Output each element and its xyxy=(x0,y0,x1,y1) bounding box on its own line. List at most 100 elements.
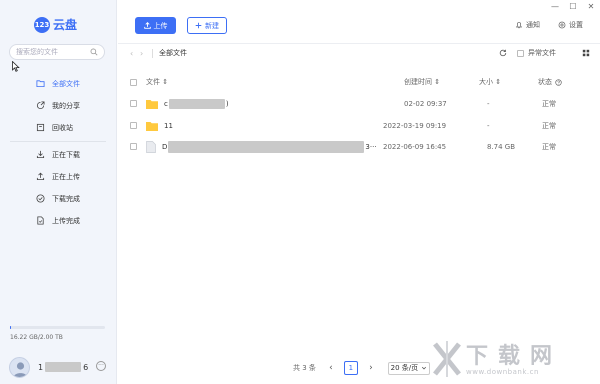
plus-icon xyxy=(195,22,202,29)
folder-outline-icon xyxy=(36,80,45,88)
page-number-button[interactable]: 1 xyxy=(343,361,358,375)
nav-primary: 全部文件 我的分享 回收站 xyxy=(0,73,117,139)
username[interactable]: 1 6 xyxy=(38,362,88,372)
nav-divider xyxy=(10,141,106,142)
file-name-cell[interactable]: c ) xyxy=(146,98,229,110)
column-header-created[interactable]: 创建时间 ⇕ xyxy=(404,77,440,87)
main-panel: 上传 新建 通知 设置 ‹ › 全部文件 异常文件 文件 ⇕ 创建时间 ⇕ 大小… xyxy=(118,0,600,384)
notifications-label: 通知 xyxy=(526,21,540,29)
table-row[interactable]: c ) 02-02 09:37 - 正常 xyxy=(130,98,590,110)
row-checkbox[interactable] xyxy=(130,122,137,131)
settings-label: 设置 xyxy=(569,21,583,29)
app-logo: 123 云盘 xyxy=(34,16,77,33)
breadcrumb-actions: 异常文件 xyxy=(499,47,590,59)
file-icon xyxy=(146,141,156,153)
more-icon: ··· xyxy=(98,362,104,369)
forward-arrow-icon[interactable]: › xyxy=(140,49,150,58)
nav-item-label: 下载完成 xyxy=(52,195,80,203)
table-row[interactable]: D 3··· 2022-06-09 16:45 8.74 GB 正常 xyxy=(130,141,590,153)
redacted-block xyxy=(168,141,365,153)
settings-link[interactable]: 设置 xyxy=(558,20,583,30)
notifications-link[interactable]: 通知 xyxy=(515,20,540,30)
trash-icon xyxy=(36,123,45,132)
file-name-cell[interactable]: D 3··· xyxy=(146,141,377,153)
more-options-button[interactable]: ··· xyxy=(96,361,106,371)
abnormal-files-label[interactable]: 异常文件 xyxy=(528,48,556,58)
help-circle-icon[interactable] xyxy=(555,78,562,86)
redacted-block xyxy=(45,362,82,372)
prev-page-icon[interactable]: ‹ xyxy=(324,363,338,373)
file-created: 2022-03-19 09:19 xyxy=(383,122,447,130)
nav-item-download-done[interactable]: 下载完成 xyxy=(0,188,117,210)
search-icon[interactable] xyxy=(90,48,98,56)
mouse-cursor-icon xyxy=(12,61,20,72)
pagination-total: 共 3 条 xyxy=(293,364,316,372)
bell-icon xyxy=(515,22,523,29)
download-icon xyxy=(36,150,45,159)
search-box[interactable] xyxy=(9,44,105,60)
nav-item-label: 上传完成 xyxy=(52,217,80,225)
nav-item-all-files[interactable]: 全部文件 xyxy=(0,73,117,95)
select-all-checkbox[interactable] xyxy=(130,79,137,88)
column-header-name[interactable]: 文件 ⇕ xyxy=(146,77,168,87)
user-avatar-icon xyxy=(13,362,28,377)
watermark: 下载网 www.downbank.cn xyxy=(432,338,600,384)
upload-button-label: 上传 xyxy=(153,21,168,30)
nav-item-recycle-bin[interactable]: 回收站 xyxy=(0,117,117,139)
file-size: - xyxy=(487,100,490,108)
column-header-status: 状态 xyxy=(538,77,562,87)
document-icon xyxy=(37,216,44,225)
storage-text: 16.22 GB/2.00 TB xyxy=(10,334,63,341)
nav-item-my-shares[interactable]: 我的分享 xyxy=(0,95,117,117)
storage-bar-fill xyxy=(10,326,11,329)
upload-icon xyxy=(143,22,151,29)
redacted-block xyxy=(168,99,225,109)
search-input[interactable] xyxy=(16,48,88,56)
file-created: 2022-06-09 16:45 xyxy=(383,143,447,151)
row-checkbox[interactable] xyxy=(130,143,137,152)
file-status: 正常 xyxy=(542,143,556,151)
row-checkbox[interactable] xyxy=(130,100,137,109)
nav-item-downloading[interactable]: 正在下载 xyxy=(0,144,117,166)
new-button[interactable]: 新建 xyxy=(187,17,227,34)
nav-item-label: 全部文件 xyxy=(52,80,80,88)
page-size-select[interactable]: 20 条/页 xyxy=(387,361,430,375)
back-arrow-icon[interactable]: ‹ xyxy=(130,49,140,58)
username-end: 6 xyxy=(83,362,89,372)
column-header-size[interactable]: 大小 ⇕ xyxy=(479,77,501,87)
folder-icon xyxy=(146,100,158,109)
table-row[interactable]: 11 2022-03-19 09:19 - 正常 xyxy=(130,120,590,132)
check-circle-icon xyxy=(36,194,45,203)
gear-icon xyxy=(558,21,566,29)
nav-item-upload-done[interactable]: 上传完成 xyxy=(0,210,117,232)
chevron-down-icon xyxy=(422,366,427,370)
file-size: 8.74 GB xyxy=(487,143,516,151)
storage-bar xyxy=(10,326,105,329)
file-status: 正常 xyxy=(542,100,556,108)
table-header: 文件 ⇕ 创建时间 ⇕ 大小 ⇕ 状态 xyxy=(130,77,590,89)
share-icon xyxy=(36,101,45,110)
username-start: 1 xyxy=(38,362,44,372)
grid-view-icon[interactable] xyxy=(582,49,590,57)
breadcrumb-current[interactable]: 全部文件 xyxy=(159,48,187,58)
abnormal-files-checkbox[interactable] xyxy=(517,49,524,57)
file-name-end: 3··· xyxy=(365,143,377,151)
nav-item-label: 正在下载 xyxy=(52,151,80,159)
next-page-icon[interactable]: › xyxy=(364,363,378,373)
column-header-status-label: 状态 xyxy=(538,78,552,86)
file-size: - xyxy=(487,122,490,130)
upload-button[interactable]: 上传 xyxy=(135,17,176,34)
watermark-url: www.downbank.cn xyxy=(466,368,539,376)
page-size-value: 20 条/页 xyxy=(390,364,419,372)
breadcrumb-separator xyxy=(152,48,153,58)
breadcrumb: ‹ › 全部文件 异常文件 xyxy=(130,47,590,59)
avatar[interactable] xyxy=(9,357,30,378)
nav-item-label: 正在上传 xyxy=(52,173,80,181)
sidebar: 123 云盘 全部文件 我的分享 回收站 正在下载 正在上传 xyxy=(0,0,117,384)
nav-item-uploading[interactable]: 正在上传 xyxy=(0,166,117,188)
file-name-end: ) xyxy=(225,100,229,108)
refresh-icon[interactable] xyxy=(499,49,507,57)
file-name-start: c xyxy=(164,100,168,108)
watermark-logo xyxy=(433,341,461,377)
file-name-cell[interactable]: 11 xyxy=(146,120,173,132)
